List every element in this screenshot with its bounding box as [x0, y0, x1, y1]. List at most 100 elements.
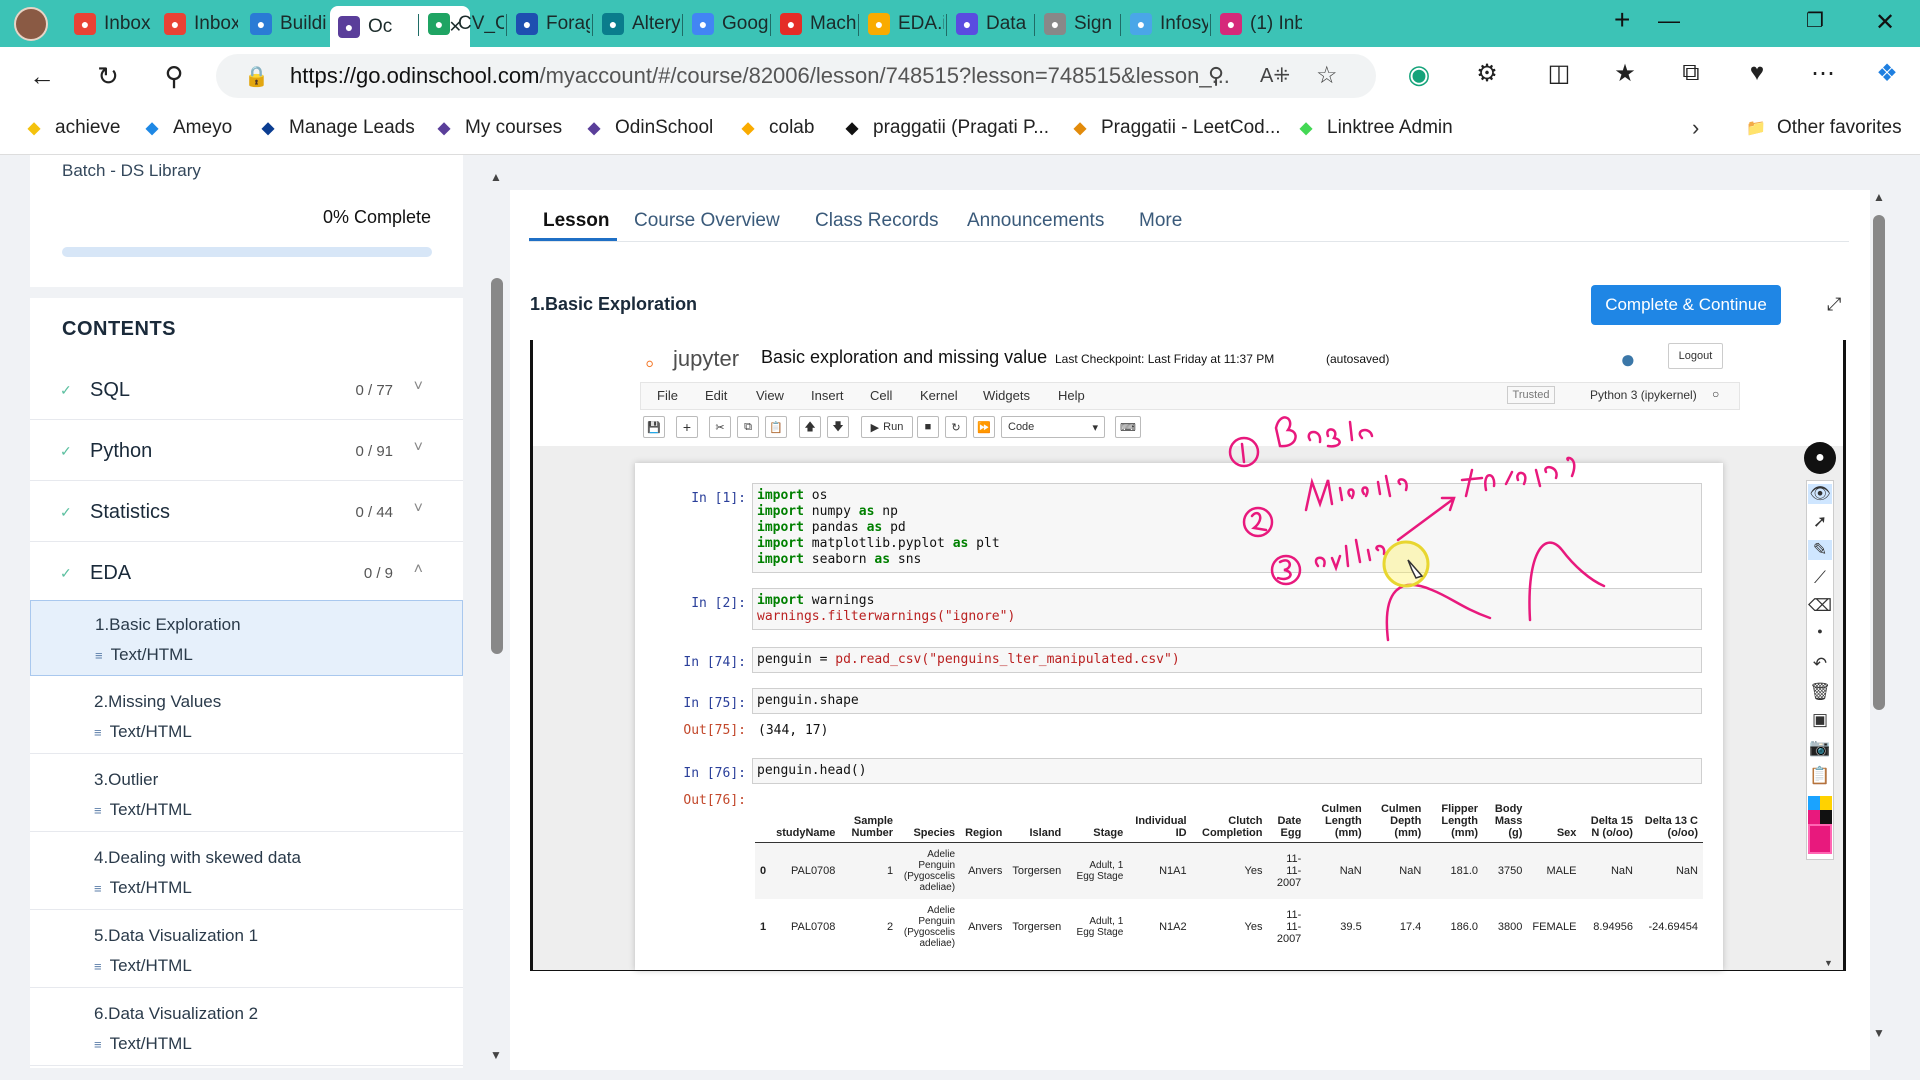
- url-text[interactable]: https://go.odinschool.com/myaccount/#/co…: [290, 63, 1250, 89]
- refresh-icon[interactable]: ↻: [92, 61, 124, 92]
- browser-tab[interactable]: ● Machir: [772, 6, 856, 42]
- sidebar-scrollbar[interactable]: [491, 278, 503, 654]
- restart-icon[interactable]: ↻: [945, 416, 967, 438]
- browser-tab[interactable]: ● Sign in: [1036, 6, 1118, 42]
- profile-avatar[interactable]: [14, 7, 48, 41]
- browser-tab[interactable]: ● Inbox (: [66, 6, 152, 42]
- grammarly-icon[interactable]: ◉: [1402, 59, 1436, 90]
- back-icon[interactable]: ←: [26, 61, 58, 92]
- fast-forward-icon[interactable]: ⏩: [973, 416, 995, 438]
- lesson-item[interactable]: 5.Data Visualization 1 ≡ Text/HTML: [30, 912, 463, 988]
- paste-icon[interactable]: 📋: [765, 416, 787, 438]
- chevron-down-icon[interactable]: ˅: [414, 439, 423, 457]
- more-menu-icon[interactable]: ⋯: [1806, 59, 1840, 88]
- minimize-icon[interactable]: —: [1658, 8, 1680, 34]
- menu-edit[interactable]: Edit: [705, 388, 727, 403]
- close-window-icon[interactable]: ✕: [1875, 8, 1895, 37]
- bookmark-item[interactable]: ◆ My courses: [432, 116, 562, 140]
- stop-icon[interactable]: ■: [917, 416, 939, 438]
- bookmark-item[interactable]: ◆ colab: [736, 116, 815, 140]
- keyboard-icon[interactable]: ⌨: [1115, 416, 1141, 438]
- eye-icon[interactable]: 👁: [1808, 484, 1832, 504]
- bookmark-item[interactable]: ◆ Praggatii - LeetCod...: [1068, 116, 1281, 140]
- bookmark-item[interactable]: ◆ Manage Leads: [256, 116, 415, 140]
- restore-icon[interactable]: ❐: [1806, 8, 1824, 33]
- annotation-pin-icon[interactable]: ●: [1804, 442, 1836, 474]
- browser-tab[interactable]: ● Data Sc: [948, 6, 1032, 42]
- scroll-up-icon[interactable]: ▲: [490, 170, 502, 184]
- code-cell[interactable]: penguin.head(): [752, 758, 1702, 784]
- run-button[interactable]: ▶ Run: [861, 416, 913, 438]
- chevron-down-icon[interactable]: ˅: [414, 500, 423, 518]
- browser-tab[interactable]: ● Forage: [508, 6, 590, 42]
- lesson-item[interactable]: 1.Basic Exploration ≡ Text/HTML: [30, 600, 463, 676]
- menu-cell[interactable]: Cell: [870, 388, 892, 403]
- pen-icon[interactable]: ✎: [1808, 540, 1832, 560]
- browser-tab[interactable]: ● (1) Inb: [1212, 6, 1302, 42]
- camera-icon[interactable]: 📷: [1808, 738, 1832, 758]
- logout-button[interactable]: Logout: [1668, 343, 1723, 369]
- menu-insert[interactable]: Insert: [811, 388, 844, 403]
- notebook-title[interactable]: Basic exploration and missing value: [761, 347, 1047, 368]
- code-cell[interactable]: penguin.shape: [752, 688, 1702, 714]
- favorite-star-icon[interactable]: ☆: [1316, 61, 1338, 90]
- other-favorites[interactable]: 📁 Other favorites: [1744, 116, 1902, 140]
- zoom-icon[interactable]: ⚲: [1208, 63, 1224, 89]
- page-scrollbar[interactable]: [1873, 215, 1885, 710]
- copilot-icon[interactable]: ❖: [1870, 59, 1904, 88]
- bookmark-item[interactable]: ◆ Linktree Admin: [1294, 116, 1453, 140]
- extensions-icon[interactable]: ⚙: [1470, 59, 1504, 88]
- inner-scroll-down-icon[interactable]: ▼: [1824, 958, 1833, 968]
- insert-cell-icon[interactable]: +: [676, 416, 698, 438]
- trash-icon[interactable]: 🗑: [1808, 682, 1832, 702]
- tab-lesson[interactable]: Lesson: [543, 210, 610, 232]
- page-scroll-down-icon[interactable]: ▼: [1873, 1026, 1885, 1040]
- browser-tab[interactable]: ● Buildin: [242, 6, 326, 42]
- bookmark-item[interactable]: ◆ achieve: [22, 116, 121, 140]
- notes-icon[interactable]: 📋: [1808, 766, 1832, 786]
- browser-tab[interactable]: ● Infosys: [1122, 6, 1208, 42]
- lesson-item[interactable]: 4.Dealing with skewed data ≡ Text/HTML: [30, 834, 463, 910]
- lesson-item[interactable]: 3.Outlier ≡ Text/HTML: [30, 756, 463, 832]
- url-field[interactable]: 🔒 https://go.odinschool.com/myaccount/#/…: [216, 54, 1376, 98]
- tab-class-records[interactable]: Class Records: [815, 210, 939, 232]
- tab-announcements[interactable]: Announcements: [967, 210, 1104, 232]
- line-icon[interactable]: ⟋: [1808, 568, 1832, 588]
- section-eda[interactable]: ✓ EDA 0 / 9 ˄: [30, 545, 463, 603]
- scroll-down-icon[interactable]: ▼: [490, 1048, 502, 1062]
- split-screen-icon[interactable]: ◫: [1542, 59, 1576, 88]
- lock-icon[interactable]: 🔒: [244, 64, 269, 89]
- cut-icon[interactable]: ✂: [709, 416, 731, 438]
- cell-type-select[interactable]: Code ▾: [1001, 416, 1105, 438]
- section-python[interactable]: ✓ Python 0 / 91 ˅: [30, 423, 463, 481]
- browser-tab[interactable]: ● Alteryx: [594, 6, 680, 42]
- expand-icon[interactable]: ⤢: [1827, 294, 1841, 315]
- menu-help[interactable]: Help: [1058, 388, 1085, 403]
- copy-icon[interactable]: ⧉: [737, 416, 759, 438]
- bookmark-item[interactable]: ◆ Ameyo: [140, 116, 232, 140]
- chevron-right-icon[interactable]: ›: [1692, 115, 1699, 141]
- dot-size-icon[interactable]: ●: [1808, 626, 1832, 636]
- search-icon[interactable]: ⚲: [158, 61, 190, 92]
- tab-course-overview[interactable]: Course Overview: [634, 210, 780, 232]
- bookmark-item[interactable]: ◆ OdinSchool: [582, 116, 713, 140]
- complete-continue-button[interactable]: Complete & Continue: [1591, 285, 1781, 325]
- move-down-icon[interactable]: 🡇: [827, 416, 849, 438]
- menu-file[interactable]: File: [657, 388, 678, 403]
- collections-icon[interactable]: ⧉: [1674, 59, 1708, 87]
- browser-tab[interactable]: ● CV_CA: [420, 6, 504, 42]
- move-up-icon[interactable]: 🡅: [799, 416, 821, 438]
- browser-tab[interactable]: ● Inbox -: [156, 6, 238, 42]
- save-icon[interactable]: 💾: [643, 416, 665, 438]
- chevron-down-icon[interactable]: ˅: [414, 378, 423, 396]
- tab-more[interactable]: More: [1139, 210, 1182, 232]
- whiteboard-icon[interactable]: ▣: [1808, 710, 1832, 730]
- lesson-item[interactable]: 2.Missing Values ≡ Text/HTML: [30, 678, 463, 754]
- section-sql[interactable]: ✓ SQL 0 / 77 ˅: [30, 362, 463, 420]
- bookmark-item[interactable]: ◆ praggatii (Pragati P...: [840, 116, 1049, 140]
- page-scroll-up-icon[interactable]: ▲: [1873, 190, 1885, 204]
- browser-tab[interactable]: ● EDA.ip: [860, 6, 944, 42]
- section-statistics[interactable]: ✓ Statistics 0 / 44 ˅: [30, 484, 463, 542]
- browser-essentials-icon[interactable]: ♥: [1740, 59, 1774, 87]
- eraser-icon[interactable]: ⌫: [1808, 596, 1832, 616]
